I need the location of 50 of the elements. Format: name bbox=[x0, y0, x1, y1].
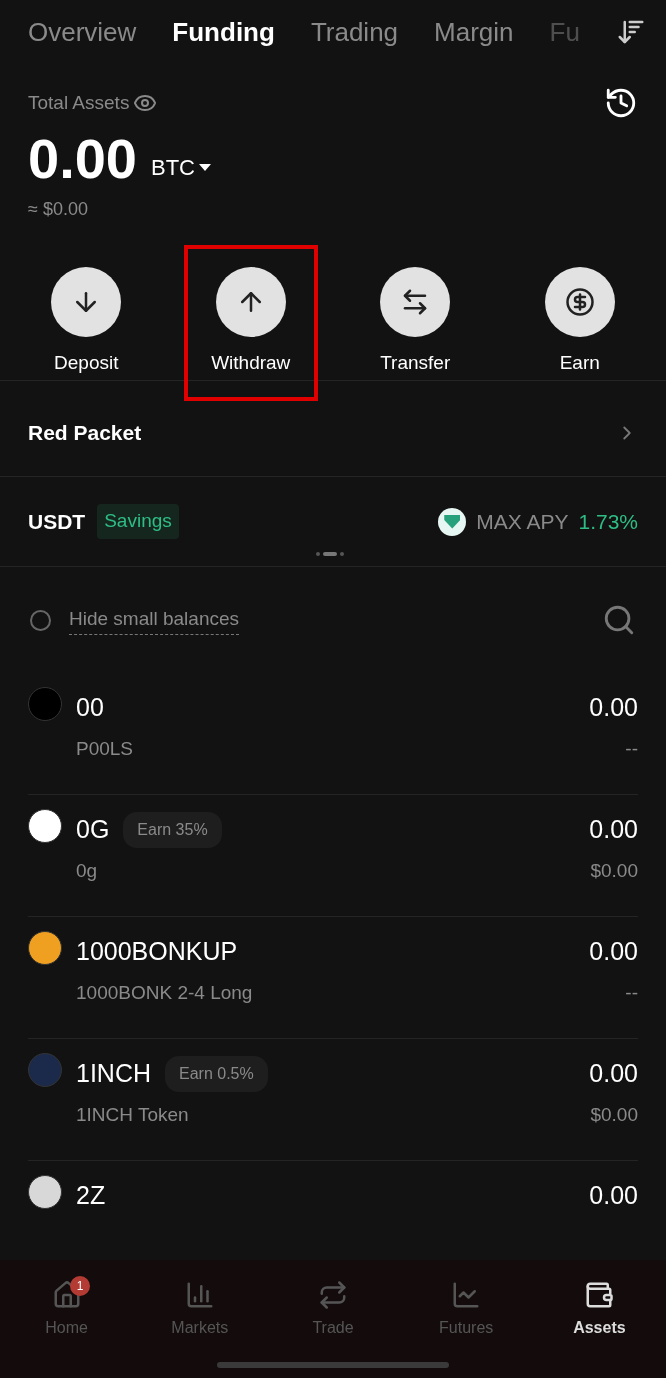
notification-badge: 1 bbox=[70, 1276, 90, 1296]
nav-tab[interactable]: Assets bbox=[532, 1280, 666, 1340]
asset-row[interactable]: 0G Earn 35% 0g 0.00 $0.00 bbox=[28, 795, 638, 917]
coin-symbol: 00 bbox=[76, 692, 104, 723]
asset-row[interactable]: 1INCH Earn 0.5% 1INCH Token 0.00 $0.00 bbox=[28, 1039, 638, 1161]
coin-symbol: 2Z bbox=[76, 1180, 106, 1211]
apy-value: 1.73% bbox=[578, 508, 638, 535]
page-indicator bbox=[316, 552, 344, 556]
packet-menu-row[interactable]: Red Packet bbox=[0, 389, 666, 477]
total-assets-label: Total Assets bbox=[28, 90, 130, 115]
tab[interactable]: Overview bbox=[28, 12, 137, 52]
coin-symbol: 1000BONKUP bbox=[76, 936, 238, 967]
nav-icon bbox=[318, 1280, 348, 1310]
coin-name: 0g bbox=[76, 858, 99, 883]
nav-icon bbox=[584, 1280, 615, 1310]
coin-amount: 0.00 bbox=[589, 1180, 638, 1211]
coin-symbol: 1INCH bbox=[76, 1058, 151, 1089]
action-icon bbox=[564, 287, 595, 317]
hide-small-balances-checkbox[interactable]: Hide small balances bbox=[30, 605, 240, 635]
coin-value: -- bbox=[625, 736, 638, 761]
apy-label: MAX APY bbox=[476, 508, 569, 535]
tab[interactable]: Trading bbox=[310, 12, 399, 52]
earn-tag: Earn 35% bbox=[123, 811, 222, 848]
search-icon[interactable] bbox=[602, 603, 636, 637]
coin-name: P00LS bbox=[76, 736, 134, 761]
tether-icon bbox=[438, 507, 467, 536]
savings-tag: Savings bbox=[97, 504, 179, 539]
coin-amount: 0.00 bbox=[589, 1058, 638, 1089]
asset-row[interactable]: 1000BONKUP 1000BONK 2-4 Long 0.00 -- bbox=[28, 917, 638, 1039]
action-button[interactable]: Withdraw bbox=[183, 245, 318, 401]
history-icon[interactable] bbox=[604, 86, 638, 120]
asset-row[interactable]: 00 P00LS 0.00 -- bbox=[28, 673, 638, 795]
coin-name: 1INCH Token bbox=[76, 1102, 190, 1127]
total-amount: 0.00 bbox=[28, 126, 137, 192]
earn-tag: Earn 0.5% bbox=[165, 1055, 268, 1092]
tab[interactable]: Funding bbox=[172, 12, 275, 52]
coin-amount: 0.00 bbox=[589, 936, 638, 967]
caret-icon bbox=[199, 164, 211, 171]
coin-amount: 0.00 bbox=[589, 814, 638, 845]
fiat-value: ≈ $0.00 bbox=[27, 198, 89, 221]
coin-name: 1000BONK 2-4 Long bbox=[76, 980, 253, 1005]
coin-value: -- bbox=[625, 980, 638, 1005]
coin-value: $0.00 bbox=[590, 1102, 638, 1127]
coin-value: $0.00 bbox=[590, 858, 638, 883]
nav-icon bbox=[51, 1280, 82, 1310]
currency-selector[interactable]: BTC bbox=[151, 151, 211, 184]
promo-coin: USDT bbox=[28, 508, 86, 535]
tab[interactable]: Margin bbox=[434, 12, 514, 52]
coin-amount: 0.00 bbox=[589, 692, 638, 723]
coin-symbol: 0G bbox=[76, 814, 110, 845]
